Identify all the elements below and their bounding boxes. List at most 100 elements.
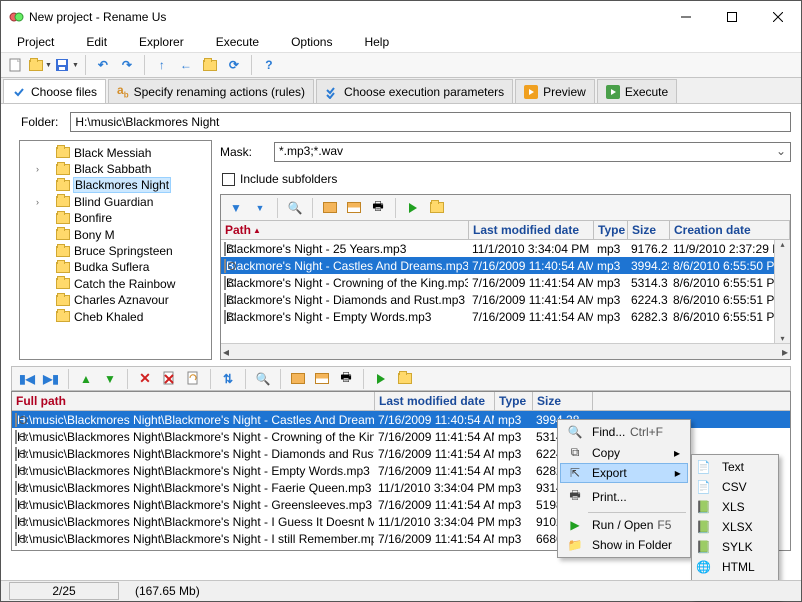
maximize-button[interactable] [709, 2, 755, 32]
move-up-button[interactable]: ▲ [75, 368, 97, 390]
grid1-print-button[interactable]: 🖶 [367, 197, 389, 219]
folder-icon [56, 196, 70, 207]
menu-options[interactable]: Options [285, 33, 338, 51]
menu-item[interactable]: 📄CSV [694, 477, 776, 497]
tab-exec-params[interactable]: Choose execution parameters [316, 79, 513, 103]
menu-project[interactable]: Project [11, 33, 60, 51]
print-icon: 🖶 [562, 486, 588, 507]
first-button[interactable]: ▮◀ [16, 368, 38, 390]
column-header[interactable]: Size [533, 392, 593, 410]
column-header[interactable]: Size [628, 221, 670, 239]
restore-button[interactable] [182, 368, 204, 390]
menu-item[interactable]: ⇱Export▸ [560, 463, 688, 483]
menu-item[interactable]: 📗XLSX [694, 517, 776, 537]
menu-item[interactable]: 🌐HTML [694, 557, 776, 577]
save-project-button[interactable]: ▼ [54, 54, 79, 76]
menu-edit[interactable]: Edit [80, 33, 113, 51]
menu-explorer[interactable]: Explorer [133, 33, 190, 51]
column-header[interactable]: Type [495, 392, 533, 410]
folder-icon [56, 229, 70, 240]
back-button[interactable]: ← [175, 54, 197, 76]
tree-item[interactable]: Catch the Rainbow [22, 276, 209, 292]
tree-item[interactable]: Bony M [22, 227, 209, 243]
up-button[interactable]: ↑ [151, 54, 173, 76]
grid2-find-button[interactable]: 🔍 [252, 368, 274, 390]
grid1-cols-button[interactable] [319, 197, 341, 219]
menu-item[interactable]: 📗XLS [694, 497, 776, 517]
minimize-button[interactable] [663, 2, 709, 32]
help-button[interactable]: ? [258, 54, 280, 76]
open-project-button[interactable]: ▼ [29, 54, 52, 76]
redo-button[interactable]: ↷ [116, 54, 138, 76]
table-row[interactable]: Blackmore's Night - Castles And Dreams.m… [221, 257, 790, 274]
column-header[interactable]: Path▲ [221, 221, 469, 239]
menu-item[interactable]: ▶Run / OpenF5 [560, 515, 688, 535]
grid2-run-button[interactable] [370, 368, 392, 390]
menu-help[interactable]: Help [358, 33, 395, 51]
table-row[interactable]: Blackmore's Night - Crowning of the King… [221, 274, 790, 291]
grid1-find-button[interactable]: 🔍 [284, 197, 306, 219]
menu-item[interactable]: ⧉Copy▸ [560, 442, 688, 463]
grid1-expand-small-button[interactable]: ▼ [249, 197, 271, 219]
table-row[interactable]: Blackmore's Night - Empty Words.mp37/16/… [221, 308, 790, 325]
move-down-button[interactable]: ▼ [99, 368, 121, 390]
folder-input[interactable] [70, 112, 791, 132]
tree-item[interactable]: Budka Suflera [22, 260, 209, 276]
context-menu[interactable]: 🔍Find...Ctrl+F⧉Copy▸⇱Export▸🖶Print... ▶Ru… [557, 419, 691, 558]
tree-item[interactable]: Blackmores Night [22, 178, 209, 194]
grid2-cols-button[interactable] [287, 368, 309, 390]
new-project-button[interactable] [5, 54, 27, 76]
menu-item[interactable]: 📗SYLK [694, 537, 776, 557]
menu-item[interactable]: 📄Text [694, 457, 776, 477]
table-row[interactable]: Blackmore's Night - Diamonds and Rust.mp… [221, 291, 790, 308]
tree-item[interactable]: Charles Aznavour [22, 293, 209, 309]
delete-page-button[interactable] [158, 368, 180, 390]
audio-icon [224, 293, 226, 307]
mask-combo[interactable]: *.mp3;*.wav [274, 142, 791, 162]
home-folder-button[interactable] [199, 54, 221, 76]
column-header[interactable]: Creation date [670, 221, 790, 239]
audio-icon [15, 498, 17, 512]
table-row[interactable]: Blackmore's Night - 25 Years.mp311/1/201… [221, 240, 790, 257]
audio-icon [15, 515, 17, 529]
grid2-grid-button[interactable] [311, 368, 333, 390]
export-submenu[interactable]: 📄Text📄CSV📗XLS📗XLSX📗SYLK🌐HTML🌐XML [691, 454, 779, 600]
column-header[interactable]: Last modified date [469, 221, 594, 239]
grid1-grid-button[interactable] [343, 197, 365, 219]
undo-button[interactable]: ↶ [92, 54, 114, 76]
grid2-folder-button[interactable] [394, 368, 416, 390]
column-header[interactable]: Type [594, 221, 628, 239]
tab-execute[interactable]: Execute [597, 79, 677, 103]
column-header[interactable]: Full path [12, 392, 375, 410]
include-subfolders-checkbox[interactable] [222, 173, 235, 186]
folder-icon [56, 311, 70, 322]
last-button[interactable]: ▶▮ [40, 368, 62, 390]
menu-item[interactable]: 📁Show in Folder [560, 535, 688, 555]
grid1-scrollbar-v[interactable] [774, 240, 790, 343]
grid1-run-button[interactable] [402, 197, 424, 219]
search-icon: 🔍 [562, 425, 588, 439]
grid1-scrollbar-h[interactable]: ◂▸ [221, 343, 790, 359]
menu-item[interactable]: 🔍Find...Ctrl+F [560, 422, 688, 442]
refresh-button[interactable]: ⟳ [223, 54, 245, 76]
tab-choose-files[interactable]: Choose files [3, 79, 106, 103]
swap-button[interactable]: ⇅ [217, 368, 239, 390]
tree-item[interactable]: ›Black Sabbath [22, 161, 209, 177]
folder-icon [56, 246, 70, 257]
tree-item[interactable]: Cheb Khaled [22, 309, 209, 325]
folder-tree[interactable]: Black Messiah›Black SabbathBlackmores Ni… [19, 140, 212, 360]
menu-execute[interactable]: Execute [210, 33, 265, 51]
grid1-expand-button[interactable]: ▼ [225, 197, 247, 219]
grid1-folder-button[interactable] [426, 197, 448, 219]
tree-item[interactable]: Bonfire [22, 211, 209, 227]
tree-item[interactable]: Bruce Springsteen [22, 243, 209, 259]
column-header[interactable]: Last modified date [375, 392, 495, 410]
close-button[interactable] [755, 2, 801, 32]
delete-button[interactable]: ✕ [134, 368, 156, 390]
tree-item[interactable]: ›Blind Guardian [22, 194, 209, 210]
tab-specify-rules[interactable]: abSpecify renaming actions (rules) [108, 79, 314, 103]
grid2-print-button[interactable]: 🖶 [335, 368, 357, 390]
tab-preview[interactable]: Preview [515, 79, 595, 103]
tree-item[interactable]: Black Messiah [22, 145, 209, 161]
menu-item[interactable]: 🖶Print... [560, 483, 688, 510]
